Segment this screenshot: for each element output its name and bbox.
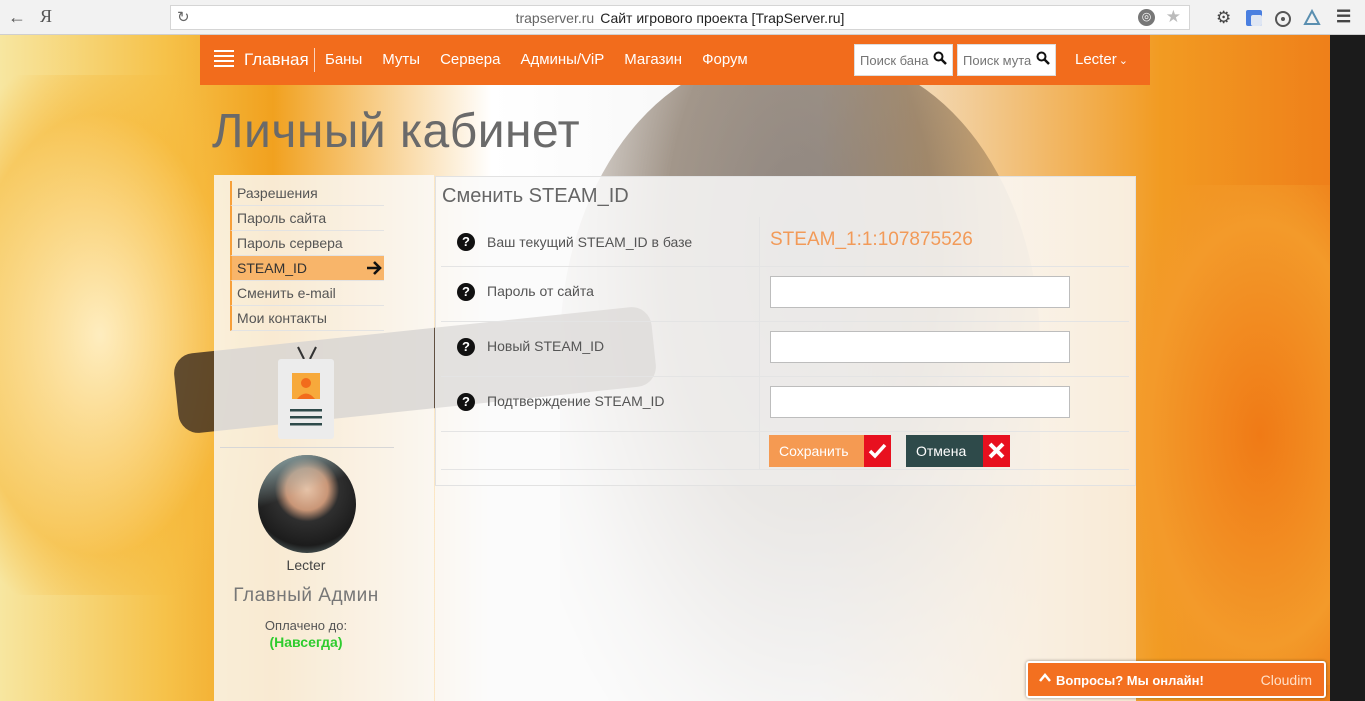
user-menu-name: Lecter — [1075, 51, 1117, 68]
sidebar-item-change-email[interactable]: Сменить e-mail — [230, 281, 384, 306]
sidebar-item-label: Мои контакты — [237, 310, 327, 326]
chevron-down-icon: ⌄ — [1118, 55, 1128, 67]
settings-gear-icon[interactable]: ⚙ — [1216, 8, 1231, 28]
arrow-right-icon — [367, 261, 382, 275]
confirm-steam-id-label: Подтверждение STEAM_ID — [487, 393, 665, 409]
panel-divider — [220, 447, 394, 448]
nav-link-servers[interactable]: Сервера — [440, 51, 500, 68]
cancel-button-label: Отмена — [906, 435, 983, 467]
nav-divider — [314, 48, 315, 72]
form-title: Сменить STEAM_ID — [442, 185, 629, 207]
chat-brand: Cloudim — [1260, 672, 1312, 688]
nav-link-admins[interactable]: Админы/ViP — [520, 51, 604, 68]
site-password-input[interactable] — [770, 276, 1070, 308]
sidebar-item-steam-id[interactable]: STEAM_ID — [230, 256, 384, 281]
search-icon[interactable] — [1036, 51, 1050, 65]
cancel-button[interactable]: Отмена — [906, 435, 1010, 467]
search-mute-box — [957, 44, 1056, 76]
sidebar-item-label: Разрешения — [237, 185, 318, 201]
checkmark-icon — [864, 435, 891, 467]
confirm-steam-id-input[interactable] — [770, 386, 1070, 418]
nav-link-forum[interactable]: Форум — [702, 51, 748, 68]
current-steam-id-value: STEAM_1:1:107875526 — [770, 229, 973, 250]
nav-home-link[interactable]: Главная — [244, 50, 309, 70]
help-icon[interactable]: ? — [457, 233, 475, 251]
help-icon[interactable]: ? — [457, 393, 475, 411]
search-icon[interactable] — [933, 51, 947, 65]
close-icon — [983, 435, 1010, 467]
address-host: trapserver.ru — [515, 10, 595, 26]
form-row-confirm: ? Подтверждение STEAM_ID — [441, 377, 1129, 432]
sidebar-item-label: Сменить e-mail — [237, 285, 336, 301]
chevron-up-icon — [1039, 673, 1051, 682]
extension-stack-icon[interactable] — [1303, 9, 1321, 27]
save-button[interactable]: Сохранить — [769, 435, 891, 467]
page-title: Личный кабинет — [212, 105, 581, 158]
user-menu[interactable]: Lecter ⌄ — [1075, 51, 1128, 68]
bookmark-star-icon[interactable]: ★ — [1166, 7, 1181, 27]
nav-links: Баны Муты Сервера Админы/ViP Магазин Фор… — [325, 51, 768, 68]
sidebar-item-label: Пароль сервера — [237, 235, 343, 251]
search-ban-input[interactable] — [855, 45, 931, 75]
paid-until-label: Оплачено до: — [264, 618, 348, 633]
nav-link-bans[interactable]: Баны — [325, 51, 362, 68]
sidebar-item-contacts[interactable]: Мои контакты — [230, 306, 384, 331]
main-navbar: Главная Баны Муты Сервера Админы/ViP Маг… — [200, 35, 1150, 85]
scrollbar-area[interactable] — [1330, 35, 1365, 701]
sidebar-item-label: STEAM_ID — [237, 260, 308, 276]
form-row-password: ? Пароль от сайта — [441, 267, 1129, 322]
live-chat-widget[interactable]: Вопросы? Мы онлайн! Cloudim — [1026, 661, 1326, 698]
sidebar-item-permissions[interactable]: Разрешения — [230, 181, 384, 206]
site-password-label: Пароль от сайта — [487, 283, 594, 299]
tab-page-title: Сайт игрового проекта [TrapServer.ru] — [600, 10, 845, 26]
translate-icon[interactable] — [1245, 9, 1263, 27]
search-ban-box — [854, 44, 953, 76]
steam-id-form: Сменить STEAM_ID ? Ваш текущий STEAM_ID … — [435, 176, 1136, 486]
new-steam-id-label: Новый STEAM_ID — [487, 338, 605, 354]
nav-link-shop[interactable]: Магазин — [624, 51, 682, 68]
paid-until-value: (Навсегда) — [269, 634, 343, 650]
address-bar[interactable]: ↻ trapserver.ru Сайт игрового проекта [Tr… — [170, 5, 1190, 30]
sidebar-item-label: Пароль сайта — [237, 210, 327, 226]
sidebar-item-server-password[interactable]: Пароль сервера — [230, 231, 384, 256]
browser-toolbar: ← Я ↻ trapserver.ru Сайт игрового проекта… — [0, 0, 1365, 35]
help-icon[interactable]: ? — [457, 283, 475, 301]
sidebar-item-site-password[interactable]: Пароль сайта — [230, 206, 384, 231]
id-badge-icon — [278, 346, 334, 439]
extension-icon[interactable] — [1274, 9, 1292, 27]
form-row-current: ? Ваш текущий STEAM_ID в базе STEAM_1:1:… — [441, 217, 1129, 267]
nav-link-mutes[interactable]: Муты — [382, 51, 420, 68]
address-text: trapserver.ru Сайт игрового проекта [Trap… — [171, 10, 1189, 26]
form-row-new: ? Новый STEAM_ID — [441, 322, 1129, 377]
sidebar-panel: Разрешения Пароль сайта Пароль сервера S… — [214, 175, 434, 701]
chat-prompt: Вопросы? Мы онлайн! — [1056, 673, 1204, 688]
back-arrow-icon[interactable]: ← — [8, 7, 26, 28]
yandex-logo-icon[interactable]: Я — [40, 6, 52, 27]
globe-icon[interactable]: ◎ — [1138, 9, 1155, 26]
help-icon[interactable]: ? — [457, 338, 475, 356]
current-steam-id-label: Ваш текущий STEAM_ID в базе — [487, 234, 693, 250]
menu-lines-icon[interactable]: ☰ — [1336, 7, 1351, 27]
save-button-label: Сохранить — [769, 435, 864, 467]
avatar[interactable] — [258, 455, 356, 553]
hamburger-icon[interactable] — [214, 50, 234, 70]
search-mute-input[interactable] — [958, 45, 1034, 75]
profile-name: Lecter — [286, 557, 326, 573]
profile-role: Главный Админ — [233, 585, 379, 606]
new-steam-id-input[interactable] — [770, 331, 1070, 363]
sidebar-menu: Разрешения Пароль сайта Пароль сервера S… — [230, 181, 384, 331]
